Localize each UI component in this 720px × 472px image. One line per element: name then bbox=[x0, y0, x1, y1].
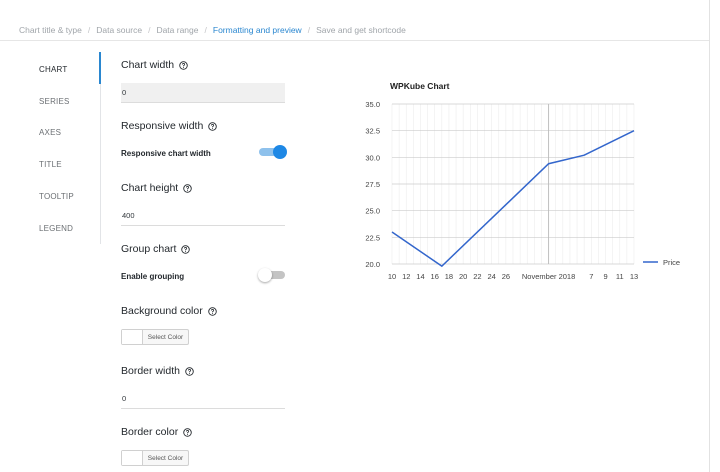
y-tick-label: 35.0 bbox=[365, 100, 380, 109]
tab-axes[interactable]: AXES bbox=[39, 128, 61, 137]
help-icon[interactable] bbox=[185, 366, 194, 376]
y-tick-label: 32.5 bbox=[365, 127, 380, 136]
chart-height-title: Chart height bbox=[121, 182, 192, 194]
x-tick-label: 22 bbox=[473, 272, 481, 281]
x-tick-label: 26 bbox=[502, 272, 510, 281]
y-tick-label: 22.5 bbox=[365, 233, 380, 242]
toggle-knob bbox=[273, 145, 287, 159]
chart-width-label: Chart width bbox=[121, 59, 175, 71]
y-tick-label: 30.0 bbox=[365, 153, 380, 162]
breadcrumb-separator: / bbox=[204, 25, 207, 35]
color-swatch bbox=[122, 330, 143, 344]
x-tick-label: 12 bbox=[402, 272, 410, 281]
grouping-option-label: Enable grouping bbox=[121, 272, 185, 281]
line-chart: WPKube Chart 35.0 32.5 30.0 27.5 25.0 22.5 20.0… bbox=[365, 81, 680, 281]
settings-tabs: CHART SERIES AXES TITLE TOOLTIP LEGEND bbox=[0, 52, 102, 244]
breadcrumb-separator: / bbox=[87, 25, 91, 35]
help-icon[interactable] bbox=[207, 306, 217, 316]
breadcrumb: Chart title & type / Data source / Data rang… bbox=[19, 24, 406, 36]
responsive-width-option-label: Responsive chart width bbox=[121, 149, 211, 158]
border-color-title: Border color bbox=[121, 426, 192, 438]
breadcrumb-separator: / bbox=[148, 25, 151, 35]
breadcrumb-step[interactable]: Data range bbox=[156, 25, 198, 35]
grouping-toggle[interactable] bbox=[258, 268, 287, 282]
x-tick-label: November 2018 bbox=[522, 272, 575, 281]
select-color-button[interactable]: Select Color bbox=[143, 330, 188, 344]
header-divider bbox=[0, 40, 710, 41]
y-tick-label: 25.0 bbox=[365, 207, 380, 216]
breadcrumb-step[interactable]: Data source bbox=[96, 25, 142, 35]
chart-preview: WPKube Chart 35.0 32.5 30.0 27.5 25.0 22.5 20.0… bbox=[340, 72, 700, 292]
tab-legend[interactable]: LEGEND bbox=[39, 224, 73, 233]
chart-height-label: Chart height bbox=[121, 182, 179, 194]
responsive-width-label: Responsive width bbox=[121, 120, 204, 132]
y-tick-label: 20.0 bbox=[365, 260, 380, 269]
breadcrumb-step[interactable]: Save and get shortcode bbox=[316, 25, 406, 35]
border-width-title: Border width bbox=[121, 365, 194, 377]
y-tick-label: 27.5 bbox=[365, 180, 380, 189]
x-tick-label: 16 bbox=[431, 272, 439, 281]
help-icon[interactable] bbox=[183, 183, 192, 193]
x-tick-label: 18 bbox=[445, 272, 453, 281]
help-icon[interactable] bbox=[181, 244, 191, 254]
help-icon[interactable] bbox=[183, 427, 192, 437]
group-chart-label: Group chart bbox=[121, 243, 177, 255]
breadcrumb-step[interactable]: Chart title & type bbox=[19, 25, 82, 35]
x-tick-label: 7 bbox=[589, 272, 593, 281]
color-swatch bbox=[122, 451, 143, 465]
border-width-label: Border width bbox=[121, 365, 180, 377]
responsive-width-toggle[interactable] bbox=[258, 145, 287, 159]
x-tick-label: 13 bbox=[630, 272, 638, 281]
border-color-label: Border color bbox=[121, 426, 179, 438]
tab-tooltip[interactable]: TOOLTIP bbox=[39, 192, 74, 201]
border-width-input[interactable]: 0 bbox=[121, 389, 285, 409]
tab-title[interactable]: TITLE bbox=[39, 160, 62, 169]
legend-label-price: Price bbox=[663, 258, 680, 267]
responsive-width-title: Responsive width bbox=[121, 120, 218, 132]
x-tick-label: 24 bbox=[487, 272, 495, 281]
toggle-knob bbox=[258, 268, 272, 282]
breadcrumb-separator: / bbox=[307, 25, 311, 35]
x-tick-label: 10 bbox=[388, 272, 396, 281]
tab-chart[interactable]: CHART bbox=[39, 65, 67, 74]
background-color-label: Background color bbox=[121, 305, 203, 317]
select-color-button[interactable]: Select Color bbox=[143, 451, 188, 465]
chart-width-title: Chart width bbox=[121, 59, 188, 71]
background-color-picker[interactable]: Select Color bbox=[121, 329, 189, 345]
help-icon[interactable] bbox=[179, 60, 188, 70]
tab-series[interactable]: SERIES bbox=[39, 97, 70, 106]
x-tick-label: 11 bbox=[616, 272, 624, 281]
chart-height-input[interactable]: 400 bbox=[121, 206, 285, 226]
border-color-picker[interactable]: Select Color bbox=[121, 450, 189, 466]
group-chart-title: Group chart bbox=[121, 243, 191, 255]
help-icon[interactable] bbox=[208, 121, 218, 131]
panel-right-border bbox=[709, 0, 710, 472]
chart-title: WPKube Chart bbox=[390, 81, 450, 91]
breadcrumb-step[interactable]: Formatting and preview bbox=[213, 25, 302, 35]
x-tick-label: 14 bbox=[416, 272, 424, 281]
background-color-title: Background color bbox=[121, 305, 217, 317]
x-tick-label: 20 bbox=[459, 272, 467, 281]
active-tab-indicator bbox=[99, 52, 101, 84]
chart-width-input[interactable]: 0 bbox=[121, 83, 285, 103]
x-tick-label: 9 bbox=[603, 272, 607, 281]
